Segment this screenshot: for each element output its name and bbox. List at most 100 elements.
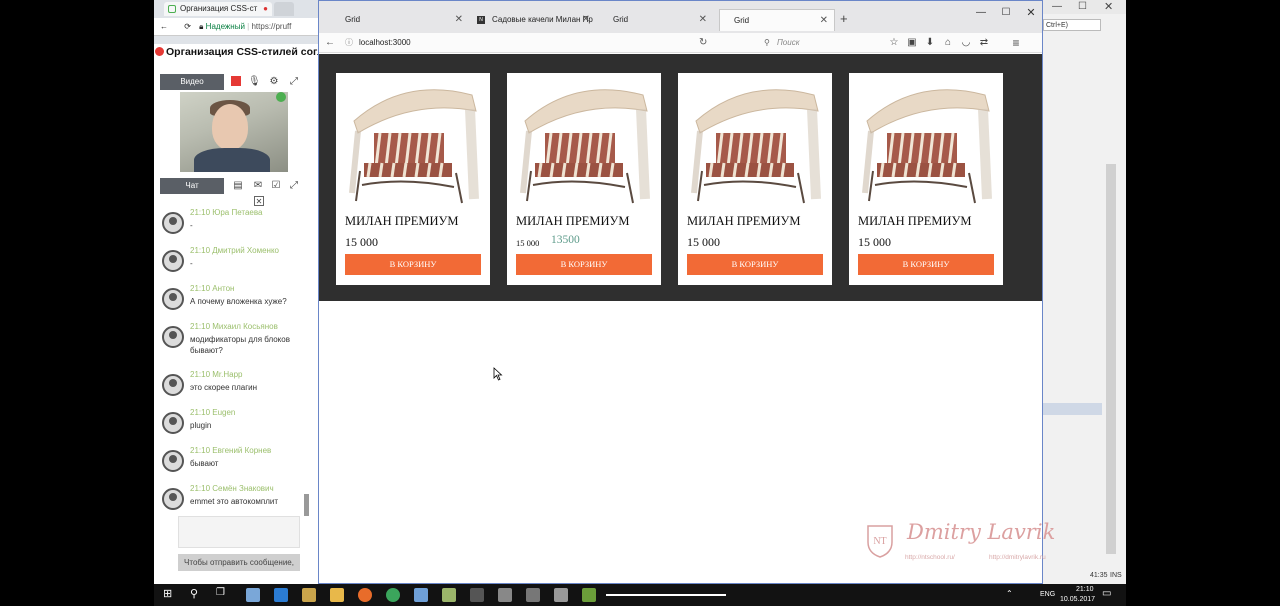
chat-input[interactable] xyxy=(178,516,300,548)
tab-label: Grid xyxy=(345,15,361,24)
product-price: 15 000 xyxy=(516,238,540,248)
site-favicon-icon: N xyxy=(477,16,485,24)
expand-icon[interactable]: ⤢ xyxy=(288,76,300,88)
back-icon[interactable]: ← xyxy=(160,22,168,31)
url-text: localhost:3000 xyxy=(359,38,411,47)
tab-grid-1[interactable]: Grid ✕ xyxy=(331,9,469,31)
app-icon[interactable] xyxy=(554,588,568,602)
task-view-icon[interactable]: ❐ xyxy=(216,587,225,598)
network-icon[interactable]: ⌃ xyxy=(1006,589,1013,598)
terminal-icon[interactable] xyxy=(470,588,484,602)
clock-time[interactable]: 21:10 xyxy=(1076,586,1094,593)
menu-icon[interactable]: ≡ xyxy=(1009,35,1023,51)
notifications-icon[interactable]: ▭ xyxy=(1102,588,1111,599)
reload-icon[interactable]: ↻ xyxy=(699,35,707,51)
chat-tab[interactable]: Чат xyxy=(160,178,224,194)
microphone-icon[interactable]: 🎙︎ xyxy=(248,76,261,88)
excel-icon[interactable]: ▤ xyxy=(232,180,244,192)
app-icon[interactable] xyxy=(246,588,260,602)
chat-message-text: - xyxy=(190,259,193,268)
tab-label: Grid xyxy=(734,16,750,25)
tab-product[interactable]: N Садовые качели Милан Пр ✕ xyxy=(474,9,596,31)
chat-message-meta: 21:10 Eugen xyxy=(190,408,236,417)
mail-icon[interactable]: ✉ xyxy=(252,180,264,192)
expand-icon[interactable]: ⤢ xyxy=(288,180,300,192)
library-icon[interactable]: ▣ xyxy=(905,35,919,51)
progress-line xyxy=(606,594,726,596)
close-icon[interactable]: ✕ xyxy=(1104,0,1113,13)
maximize-icon[interactable]: ☐ xyxy=(1078,1,1087,12)
firefox-navbar: ← ⓘ localhost:3000 ↻ ⚲ Поиск ☆ ▣ ⬇ ⌂ ◡ ⇄… xyxy=(319,33,1042,53)
firefox-icon[interactable] xyxy=(358,588,372,602)
close-icon[interactable]: ✕ xyxy=(455,9,463,31)
home-icon[interactable]: ⌂ xyxy=(941,35,955,51)
reload-icon[interactable]: ⟳ xyxy=(184,22,191,31)
bg-chrome-address-bar[interactable]: ← ⟳ 🔒︎ Надежный | https://pruff xyxy=(154,18,320,36)
product-card: МИЛАН ПРЕМИУМ 15 000 В КОРЗИНУ xyxy=(336,73,490,285)
tab-grid-active[interactable]: Grid ✕ xyxy=(719,9,835,31)
search-placeholder: Поиск xyxy=(777,38,800,47)
info-icon[interactable]: ⓘ xyxy=(345,35,353,51)
ide-scrollbar[interactable] xyxy=(1106,164,1116,554)
add-to-cart-button[interactable]: В КОРЗИНУ xyxy=(687,254,823,275)
app-icon[interactable] xyxy=(526,588,540,602)
checkbox-icon[interactable]: ☑ xyxy=(270,180,282,192)
search-icon: ⚲ xyxy=(764,38,770,47)
app-icon[interactable] xyxy=(498,588,512,602)
app-icon[interactable] xyxy=(442,588,456,602)
download-icon[interactable]: ⬇ xyxy=(923,35,937,51)
bg-chrome-tab[interactable]: Организация CSS-ст ● xyxy=(164,2,272,16)
send-message-button[interactable]: Чтобы отправить сообщение, xyxy=(178,554,300,571)
close-icon[interactable]: ✕ xyxy=(582,9,590,31)
ide-shortcut-field[interactable]: Ctrl+E) xyxy=(1043,19,1101,31)
edge-icon[interactable] xyxy=(274,588,288,602)
product-name: МИЛАН ПРЕМИУМ xyxy=(858,214,972,228)
close-icon[interactable]: ✕ xyxy=(1021,5,1041,21)
minimize-icon[interactable]: — xyxy=(971,5,991,21)
close-icon[interactable]: ✕ xyxy=(699,9,707,31)
record-icon[interactable] xyxy=(230,76,242,88)
explorer-icon[interactable] xyxy=(330,588,344,602)
minimize-icon[interactable]: — xyxy=(1052,1,1062,12)
video-tab[interactable]: Видео xyxy=(160,74,224,90)
add-to-cart-button[interactable]: В КОРЗИНУ xyxy=(858,254,994,275)
lock-icon: 🔒︎ xyxy=(199,22,204,31)
gear-icon[interactable]: ⚙ xyxy=(268,76,280,88)
product-price: 15 000 xyxy=(687,235,720,249)
product-name: МИЛАН ПРЕМИУМ xyxy=(345,214,459,228)
tab-label: Садовые качели Милан Пр xyxy=(492,15,593,24)
sync-icon[interactable]: ⇄ xyxy=(977,35,991,51)
pocket-icon[interactable]: ◡ xyxy=(959,35,973,51)
language-indicator[interactable]: ENG xyxy=(1040,591,1055,598)
clock-date[interactable]: 10.05.2017 xyxy=(1060,596,1095,603)
avatar-icon xyxy=(162,488,184,510)
tab-grid-2[interactable]: Grid ✕ xyxy=(599,9,713,31)
close-icon[interactable]: ✕ xyxy=(254,196,264,206)
windows-start-icon[interactable]: ⊞ xyxy=(163,587,172,600)
new-tab-button[interactable]: + xyxy=(840,11,848,26)
app-icon[interactable] xyxy=(414,588,428,602)
app-icon[interactable] xyxy=(582,588,596,602)
close-icon[interactable]: ✕ xyxy=(820,10,828,31)
add-to-cart-button[interactable]: В КОРЗИНУ xyxy=(516,254,652,275)
chrome-icon[interactable] xyxy=(386,588,400,602)
maximize-icon[interactable]: ☐ xyxy=(996,5,1016,21)
watermark-site-2: http://dmitrylavrik.ru xyxy=(989,554,1046,561)
chat-message-meta: 21:10 Семён Знакович xyxy=(190,484,274,493)
search-input[interactable]: ⚲ Поиск xyxy=(763,35,883,51)
product-image xyxy=(520,89,650,204)
add-to-cart-button[interactable]: В КОРЗИНУ xyxy=(345,254,481,275)
bookmark-star-icon[interactable]: ☆ xyxy=(887,35,901,51)
webinar-title: Организация CSS-стилей согласн xyxy=(154,44,318,60)
chat-message: 21:10 Антон А почему вложенка хуже? xyxy=(162,284,302,320)
back-icon[interactable]: ← xyxy=(323,35,337,51)
search-icon[interactable]: ⚲ xyxy=(190,587,198,600)
watermark-name: Dmitry Lavrik xyxy=(907,520,1056,544)
chat-scrollbar[interactable] xyxy=(304,494,309,516)
product-card: МИЛАН ПРЕМИУМ 15 000 13500 В КОРЗИНУ xyxy=(507,73,661,285)
bg-chrome-newtab[interactable] xyxy=(274,2,294,16)
chat-message: 21:10 Юра Петаева - xyxy=(162,208,302,244)
app-icon[interactable] xyxy=(302,588,316,602)
tab-label: Grid xyxy=(613,15,629,24)
url-bar[interactable]: ⓘ localhost:3000 ↻ xyxy=(343,35,733,51)
